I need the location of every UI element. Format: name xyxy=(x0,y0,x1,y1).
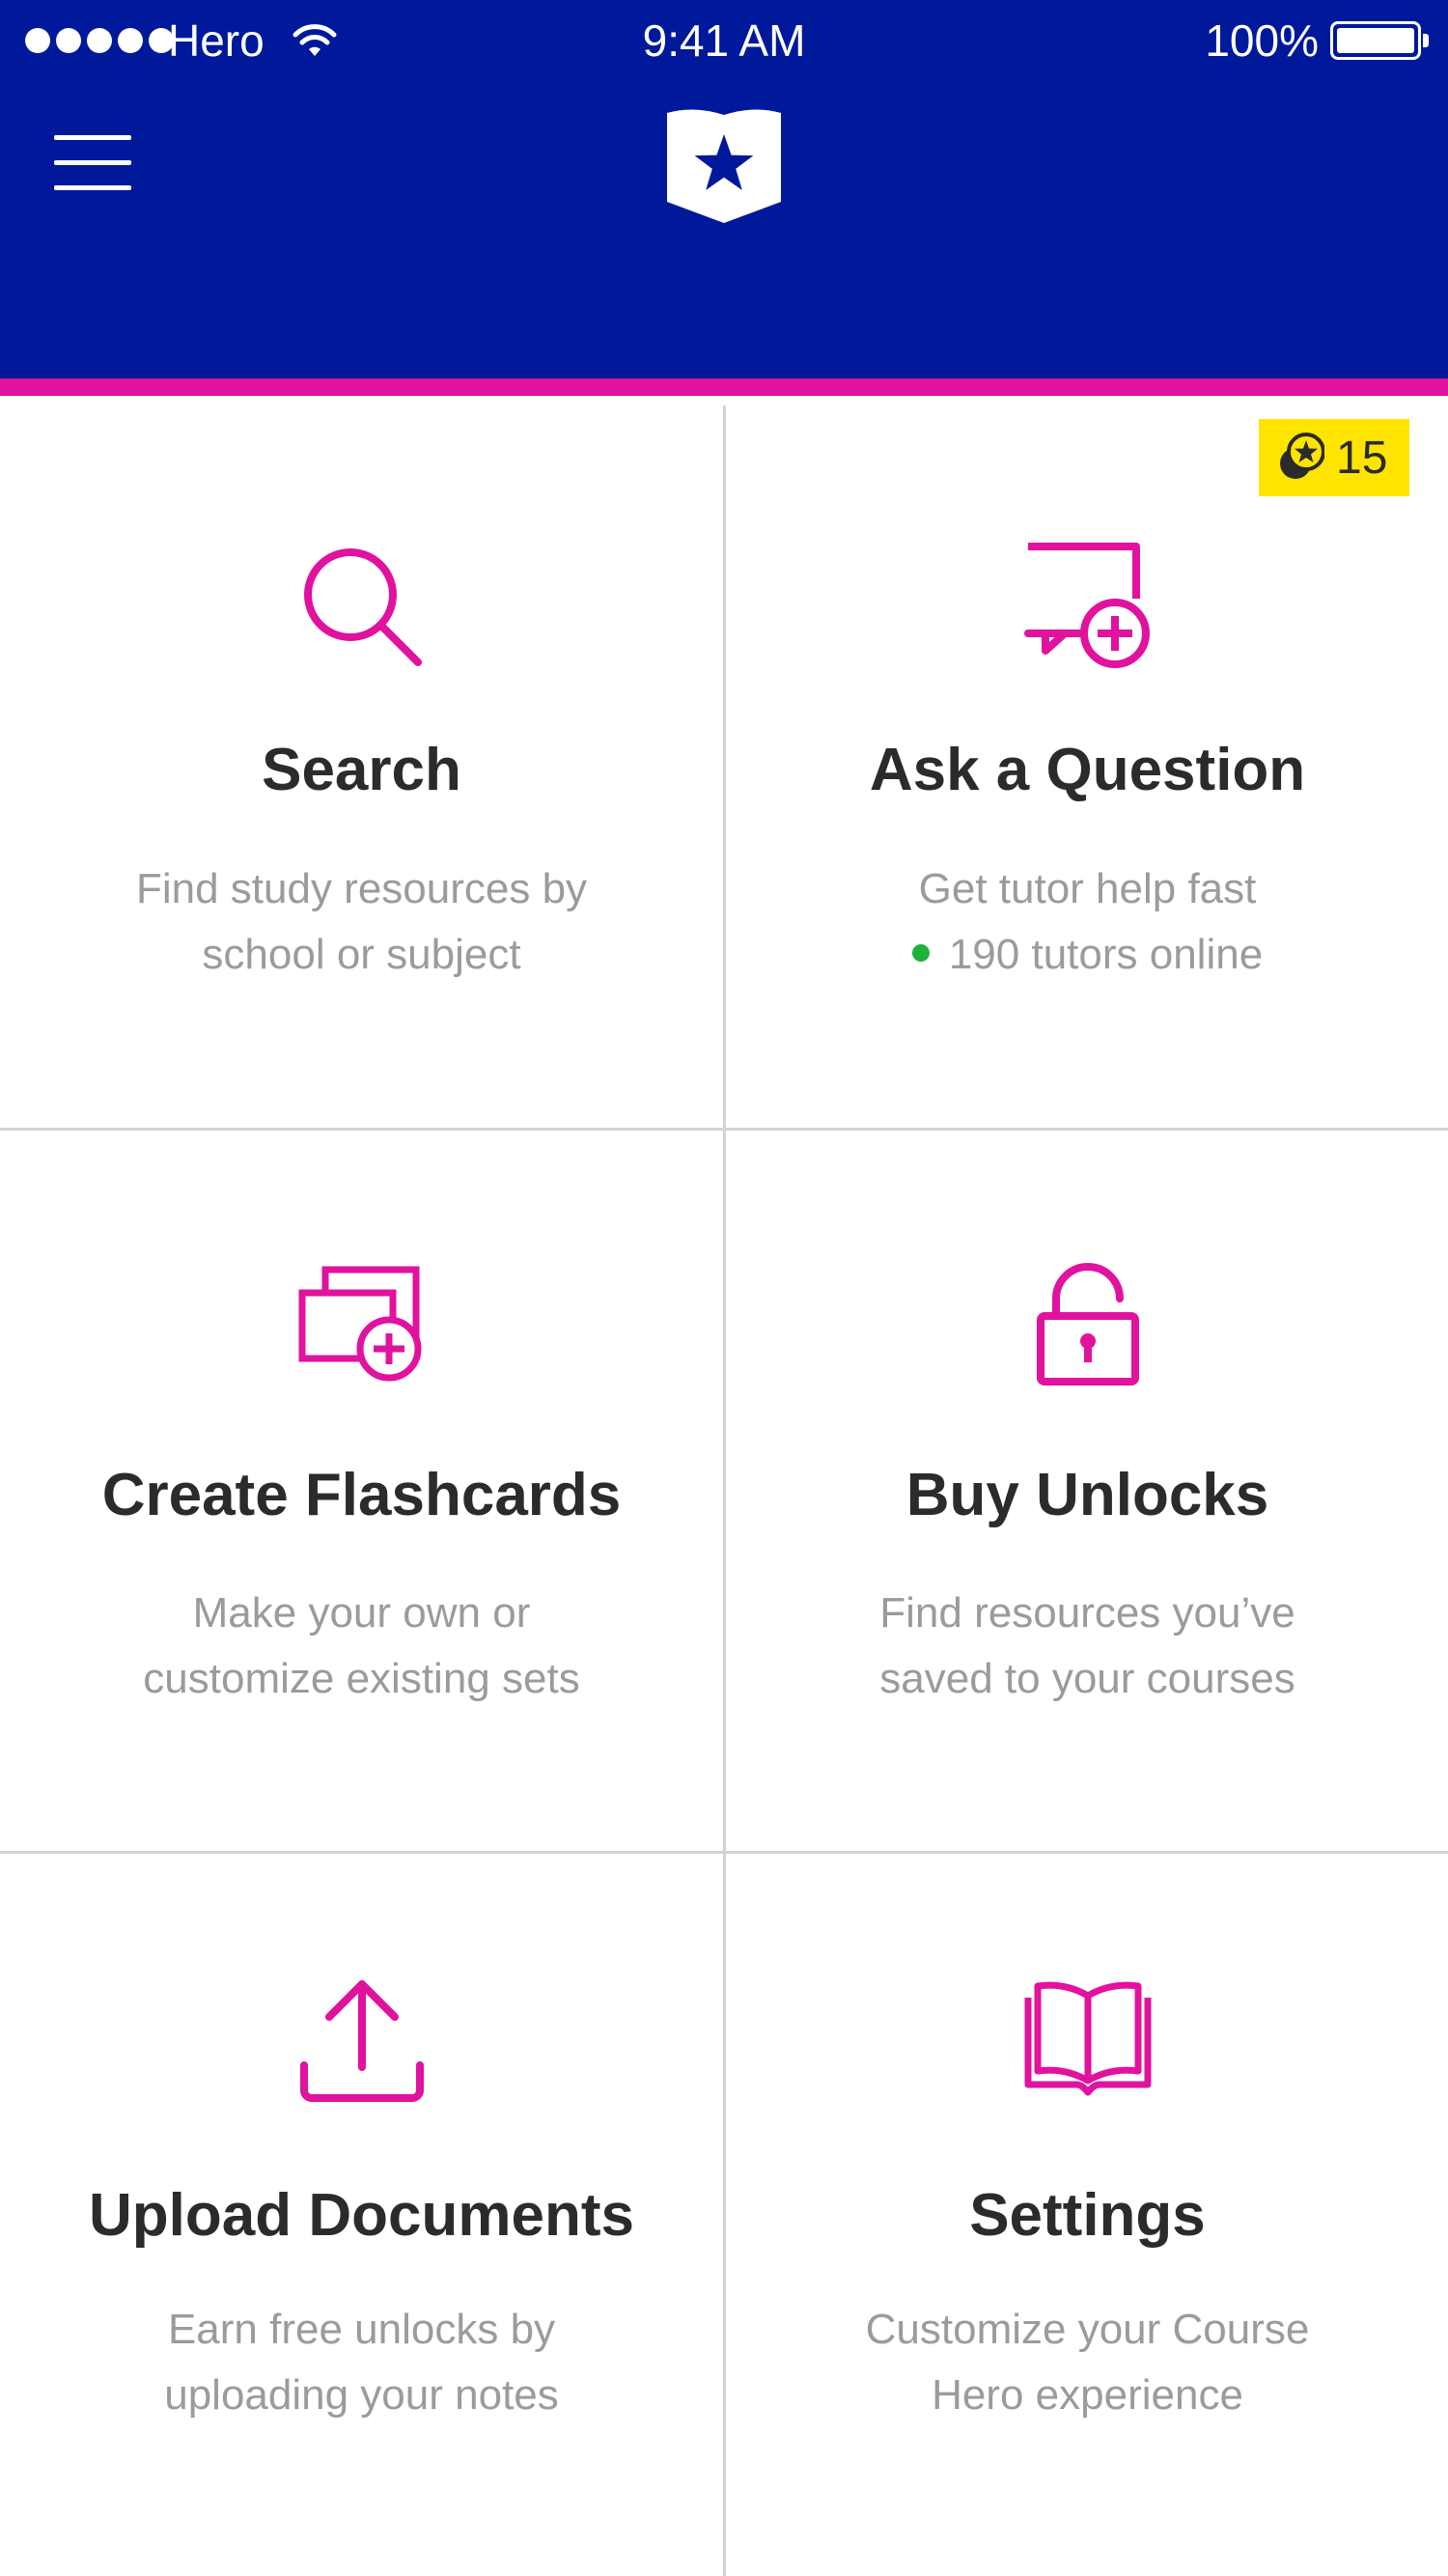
hamburger-menu-icon[interactable] xyxy=(54,129,131,197)
tile-description: Get tutor help fast xyxy=(918,865,1257,912)
online-status-dot xyxy=(911,944,930,963)
tile-description: Find resources you’ve xyxy=(879,1589,1295,1637)
search-icon xyxy=(0,541,723,672)
tile-create-flashcards[interactable]: Create Flashcards Make your own or custo… xyxy=(0,1131,723,1851)
course-hero-logo-icon[interactable] xyxy=(665,105,783,223)
tile-description: Find study resources by xyxy=(135,865,588,912)
tile-title: Search xyxy=(262,737,461,803)
book-icon xyxy=(726,1976,1448,2100)
app-screen: Hero 9:41 AM 100% Search Find study reso… xyxy=(0,0,1448,2576)
tile-ask-question[interactable]: Ask a Question Get tutor help fast 190 t… xyxy=(726,406,1448,1128)
tutors-online-count: 190 tutors online xyxy=(948,931,1264,978)
tile-description: Make your own or xyxy=(192,1589,531,1637)
tile-title: Ask a Question xyxy=(869,737,1306,803)
tile-upload-documents[interactable]: Upload Documents Earn free unlocks by up… xyxy=(0,1854,723,2576)
tile-description: Customize your Course xyxy=(865,2306,1310,2353)
app-header: Hero 9:41 AM 100% xyxy=(0,0,1448,378)
upload-icon xyxy=(0,1974,723,2106)
tile-description: Earn free unlocks by xyxy=(167,2306,556,2353)
unlocks-badge[interactable]: 15 xyxy=(1259,419,1409,496)
tile-description: customize existing sets xyxy=(143,1655,580,1702)
unlocks-count: 15 xyxy=(1336,432,1388,484)
tile-description: Hero experience xyxy=(932,2371,1243,2419)
status-bar: Hero 9:41 AM 100% xyxy=(0,0,1448,83)
flashcards-add-icon xyxy=(0,1264,723,1384)
tile-title: Buy Unlocks xyxy=(905,1462,1269,1528)
battery-icon xyxy=(1330,21,1429,60)
chat-add-icon xyxy=(726,541,1448,672)
tile-settings[interactable]: Settings Customize your Course Hero expe… xyxy=(726,1854,1448,2576)
tile-description: saved to your courses xyxy=(879,1655,1295,1702)
feature-grid: Search Find study resources by school or… xyxy=(0,406,1448,2576)
unlock-icon xyxy=(726,1262,1448,1387)
tile-title: Create Flashcards xyxy=(101,1462,622,1528)
tile-buy-unlocks[interactable]: Buy Unlocks Find resources you’ve saved … xyxy=(726,1131,1448,1851)
coins-star-icon xyxy=(1280,433,1324,479)
tile-title: Upload Documents xyxy=(89,2182,634,2249)
tile-search[interactable]: Search Find study resources by school or… xyxy=(0,406,723,1128)
battery-percentage: 100% xyxy=(1205,15,1319,66)
tile-description: uploading your notes xyxy=(164,2371,559,2419)
tutors-online-status: 190 tutors online xyxy=(726,922,1448,988)
tile-description: school or subject xyxy=(202,931,521,978)
header-accent-stripe xyxy=(0,378,1448,396)
tile-title: Settings xyxy=(969,2182,1206,2249)
